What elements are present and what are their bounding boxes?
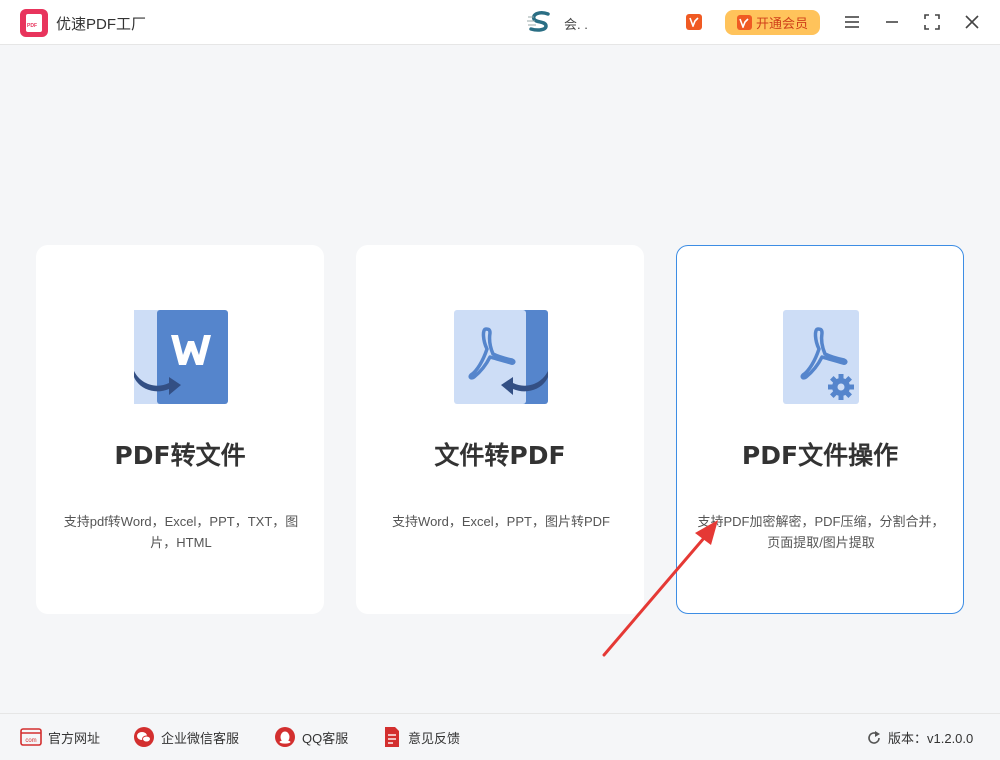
- card-file-to-pdf[interactable]: 文件转PDF 支持Word，Excel，PPT，图片转PDF: [356, 245, 644, 614]
- card-pdf-operations[interactable]: PDF文件操作 支持PDF加密解密，PDF压缩，分割合并，页面提取/图片提取: [676, 245, 964, 614]
- feedback-link[interactable]: 意见反馈: [382, 726, 460, 748]
- qq-service-link[interactable]: QQ客服: [274, 726, 348, 748]
- title-bar: PDF 优速PDF工厂 会. . 开通会员: [0, 0, 1000, 45]
- user-avatar-icon[interactable]: [526, 10, 554, 34]
- pdf-tools-icon: [783, 310, 859, 404]
- close-icon[interactable]: [960, 10, 984, 34]
- card-description: 支持Word，Excel，PPT，图片转PDF: [392, 514, 610, 529]
- vip-badge-icon[interactable]: [686, 14, 702, 30]
- card-pdf-to-file[interactable]: PDF转文件 支持pdf转Word，Excel，PPT，TXT，图片，HTML: [36, 245, 324, 614]
- pdf-to-word-icon: [134, 310, 228, 404]
- menu-icon[interactable]: [840, 10, 864, 34]
- feedback-label: 意见反馈: [408, 730, 461, 746]
- open-vip-button[interactable]: 开通会员: [725, 10, 820, 35]
- qq-icon: [275, 727, 295, 747]
- vip-icon: [736, 15, 752, 30]
- card-title: PDF转文件: [114, 441, 246, 470]
- version-label: 版本：v1.2.0.0: [888, 731, 974, 746]
- card-title: 文件转PDF: [434, 441, 566, 470]
- official-website-link[interactable]: com 官方网址: [20, 726, 100, 748]
- card-title: PDF文件操作: [741, 441, 899, 470]
- minimize-icon[interactable]: [880, 10, 904, 34]
- wechat-icon: [134, 727, 154, 747]
- website-icon: com: [20, 728, 42, 746]
- app-title: 优速PDF工厂: [56, 16, 147, 33]
- feedback-icon: [385, 727, 399, 747]
- wechat-service-label: 企业微信客服: [161, 730, 240, 746]
- maximize-icon[interactable]: [920, 10, 944, 34]
- qq-service-label: QQ客服: [302, 730, 349, 746]
- version-info[interactable]: 版本：v1.2.0.0: [866, 728, 973, 747]
- app-logo-icon: PDF: [20, 9, 48, 37]
- card-description: 支持PDF加密解密，PDF压缩，分割合并，页面提取/图片提取: [697, 514, 945, 550]
- gear-icon: [828, 374, 854, 400]
- file-to-pdf-icon: [454, 310, 548, 404]
- open-vip-label: 开通会员: [755, 16, 808, 31]
- footer-bar: com 官方网址 企业微信客服 QQ客服 意见反馈 版本：v1.2.0.0: [0, 713, 1000, 760]
- refresh-icon: [868, 730, 880, 744]
- official-website-label: 官方网址: [48, 730, 101, 746]
- svg-text:com: com: [25, 738, 36, 744]
- card-description: 支持pdf转Word，Excel，PPT，TXT，图片，HTML: [63, 514, 299, 550]
- wechat-service-link[interactable]: 企业微信客服: [133, 726, 239, 748]
- user-name[interactable]: 会. .: [564, 14, 588, 33]
